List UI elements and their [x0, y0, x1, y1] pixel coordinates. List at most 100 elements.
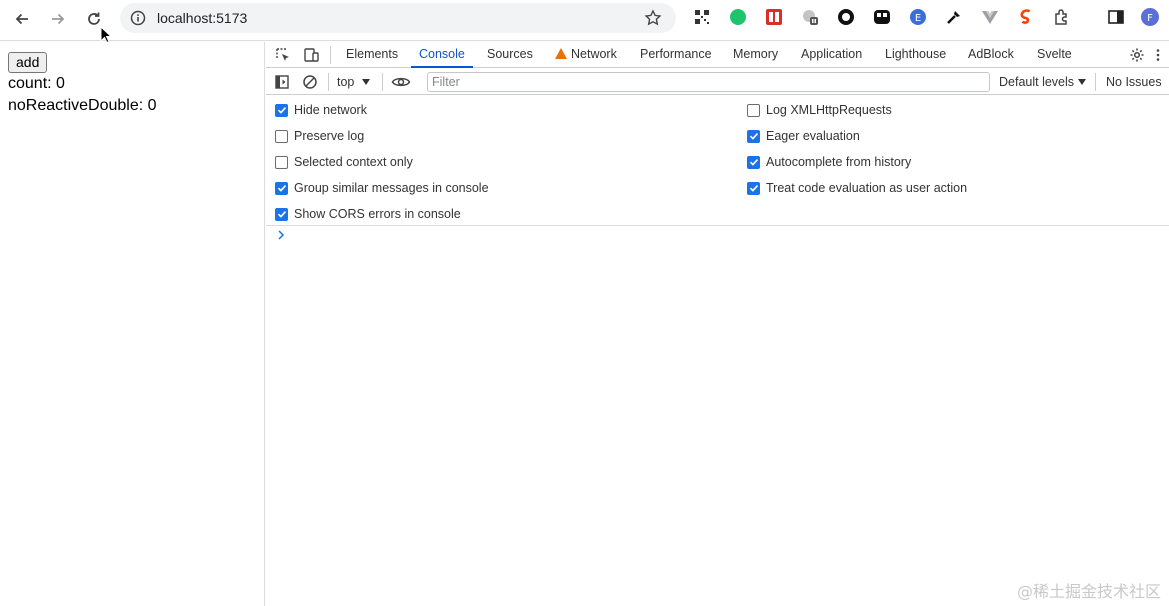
checkmark-icon [277, 185, 286, 192]
console-settings-pane: Hide network Preserve log Selected context… [266, 96, 1169, 226]
count-text: count: 0 [8, 75, 65, 92]
info-icon[interactable] [130, 10, 146, 26]
setting-option[interactable]: Eager evaluation [747, 127, 860, 145]
setting-label: Group similar messages in console [294, 181, 489, 195]
checkmark-icon [749, 185, 758, 192]
tab-performance[interactable]: Performance [640, 42, 712, 68]
setting-option[interactable]: Treat code evaluation as user action [747, 179, 967, 197]
log-levels-dropdown[interactable]: Default levels [999, 73, 1087, 91]
tab-elements[interactable]: Elements [346, 42, 398, 68]
checkbox-checked[interactable] [275, 181, 288, 195]
checkbox-unchecked[interactable] [747, 103, 760, 117]
bookmark-star-icon[interactable] [644, 9, 662, 27]
checkbox-checked[interactable] [275, 103, 288, 117]
setting-option[interactable]: Autocomplete from history [747, 153, 911, 171]
devtools-tab-bar: Elements Console Sources Network Perform… [266, 42, 1169, 68]
tab-memory[interactable]: Memory [733, 42, 778, 68]
sidebar-toggle-icon[interactable] [274, 74, 290, 90]
checkmark-icon [277, 107, 286, 114]
toolbar-divider [328, 73, 329, 91]
inspect-element-icon[interactable] [275, 47, 291, 63]
gear-icon[interactable] [1129, 47, 1145, 63]
address-bar[interactable]: localhost:5173 [120, 3, 676, 33]
arrow-right-icon [52, 13, 65, 25]
grey-extension-icon[interactable] [801, 8, 819, 26]
eyedropper-icon[interactable] [945, 8, 963, 26]
setting-label: Preserve log [294, 129, 365, 143]
tab-sources[interactable]: Sources [487, 42, 533, 68]
device-toolbar-icon[interactable] [303, 47, 319, 63]
checkbox-unchecked[interactable] [275, 155, 288, 169]
setting-option[interactable]: Preserve log [275, 127, 364, 145]
more-options-icon[interactable] [1154, 47, 1162, 63]
side-panel-icon[interactable] [1107, 8, 1125, 26]
svelte-icon[interactable] [1017, 8, 1035, 26]
back-button[interactable] [9, 6, 35, 32]
reload-button[interactable] [81, 6, 107, 32]
profile-avatar[interactable]: F [1141, 8, 1159, 26]
tab-svelte[interactable]: Svelte [1037, 42, 1072, 68]
tab-console[interactable]: Console [411, 42, 473, 68]
url-text: localhost:5173 [157, 10, 248, 26]
devtools-panel: Elements Console Sources Network Perform… [266, 42, 1169, 606]
setting-label: Log XMLHttpRequests [766, 103, 892, 117]
context-selector[interactable]: top [337, 73, 371, 91]
tab-lighthouse[interactable]: Lighthouse [885, 42, 946, 68]
setting-option[interactable]: Group similar messages in console [275, 179, 489, 197]
log-levels-label: Default levels [999, 75, 1075, 89]
checkmark-icon [277, 211, 286, 218]
tab-divider [330, 46, 331, 64]
checkmark-icon [749, 159, 758, 166]
e-extension-icon[interactable]: E [909, 8, 927, 26]
toolbar-divider [382, 73, 383, 91]
setting-option[interactable]: Selected context only [275, 153, 413, 171]
checkbox-checked[interactable] [747, 155, 760, 169]
setting-label: Hide network [294, 103, 367, 117]
caret-down-icon [362, 79, 371, 85]
watermark-text: @稀土掘金技术社区 [1016, 582, 1161, 601]
add-button[interactable]: add [8, 52, 48, 73]
tab-manager-extension-icon[interactable] [873, 8, 891, 26]
checkbox-checked[interactable] [275, 207, 288, 221]
tab-adblock[interactable]: AdBlock [968, 42, 1014, 68]
issues-counter[interactable]: No Issues [1106, 73, 1162, 91]
warning-icon [555, 48, 567, 59]
tab-network-label: Network [571, 47, 617, 61]
extensions-puzzle-icon[interactable] [1053, 8, 1071, 26]
setting-option[interactable]: Hide network [275, 101, 367, 119]
console-toolbar: top Default levels No Issues [266, 69, 1169, 95]
qr-code-icon[interactable] [693, 8, 711, 26]
svg-text:E: E [915, 13, 921, 24]
arrow-left-icon [15, 13, 28, 25]
svg-text:F: F [1147, 13, 1153, 24]
filter-input[interactable] [427, 72, 990, 92]
setting-label: Show CORS errors in console [294, 207, 461, 221]
checkmark-icon [749, 133, 758, 140]
setting-label: Eager evaluation [766, 129, 860, 143]
checkbox-checked[interactable] [747, 129, 760, 143]
green-circle-extension-icon[interactable] [729, 8, 747, 26]
console-prompt-icon[interactable] [276, 228, 288, 242]
clear-console-icon[interactable] [302, 74, 318, 90]
page-viewport: add count: 0 noReactiveDouble: 0 [0, 42, 265, 606]
setting-label: Treat code evaluation as user action [766, 181, 968, 195]
tab-console-label: Console [419, 47, 465, 61]
no-reactive-double-text: noReactiveDouble: 0 [8, 97, 157, 114]
setting-option[interactable]: Show CORS errors in console [275, 205, 461, 223]
setting-label: Autocomplete from history [766, 155, 912, 169]
setting-label: Selected context only [294, 155, 413, 169]
checkbox-unchecked[interactable] [275, 129, 288, 143]
browser-toolbar: localhost:5173 E F [0, 0, 1169, 41]
fe-extension-icon[interactable] [765, 8, 783, 26]
black-ring-extension-icon[interactable] [837, 8, 855, 26]
context-selector-value: top [337, 75, 355, 89]
reload-icon [88, 12, 100, 25]
tab-network[interactable]: Network [555, 42, 617, 68]
setting-option[interactable]: Log XMLHttpRequests [747, 101, 892, 119]
checkbox-checked[interactable] [747, 181, 760, 195]
caret-down-icon [1078, 79, 1087, 85]
tab-application[interactable]: Application [801, 42, 862, 68]
vue-devtools-icon[interactable] [981, 8, 999, 26]
eye-icon[interactable] [391, 74, 411, 90]
forward-button[interactable] [45, 6, 71, 32]
